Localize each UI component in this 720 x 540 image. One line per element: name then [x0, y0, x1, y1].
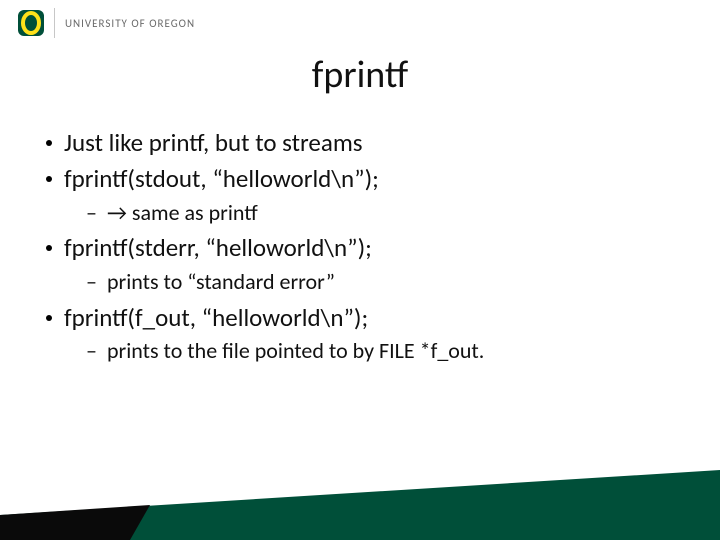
oregon-o-icon	[18, 6, 44, 40]
sub-bullet-item: – prints to the file pointed to by FILE …	[86, 336, 680, 366]
org-name: UNIVERSITY OF OREGON	[65, 17, 195, 30]
slide-content: Just like printf, but to streams fprintf…	[46, 126, 680, 370]
bullet-dot-icon	[46, 140, 52, 146]
slide-title: fprintf	[0, 52, 720, 98]
bullet-item: fprintf(f_out, “helloworld\n”);	[46, 301, 680, 335]
logo-divider	[54, 8, 55, 38]
bullet-dot-icon	[46, 315, 52, 321]
bullet-text: prints to the file pointed to by FILE *f…	[107, 336, 484, 366]
dash-icon: –	[86, 198, 97, 228]
bullet-text: prints to “standard error”	[107, 267, 335, 297]
bullet-item: fprintf(stderr, “helloworld\n”);	[46, 231, 680, 265]
bullet-text: fprintf(f_out, “helloworld\n”);	[64, 301, 368, 335]
footer-decoration	[0, 460, 720, 540]
bullet-dot-icon	[46, 245, 52, 251]
bullet-text: fprintf(stderr, “helloworld\n”);	[64, 231, 372, 265]
sub-bullet-item: – prints to “standard error”	[86, 267, 680, 297]
bullet-text: → same as printf	[107, 198, 258, 228]
dash-icon: –	[86, 267, 97, 297]
bullet-text: Just like printf, but to streams	[64, 126, 363, 160]
bullet-item: Just like printf, but to streams	[46, 126, 680, 160]
slide: UNIVERSITY OF OREGON fprintf Just like p…	[0, 0, 720, 540]
dash-icon: –	[86, 336, 97, 366]
sub-bullet-item: – → same as printf	[86, 198, 680, 228]
logo-bar: UNIVERSITY OF OREGON	[18, 6, 195, 40]
bullet-item: fprintf(stdout, “helloworld\n”);	[46, 162, 680, 196]
bullet-dot-icon	[46, 176, 52, 182]
bullet-text: fprintf(stdout, “helloworld\n”);	[64, 162, 379, 196]
